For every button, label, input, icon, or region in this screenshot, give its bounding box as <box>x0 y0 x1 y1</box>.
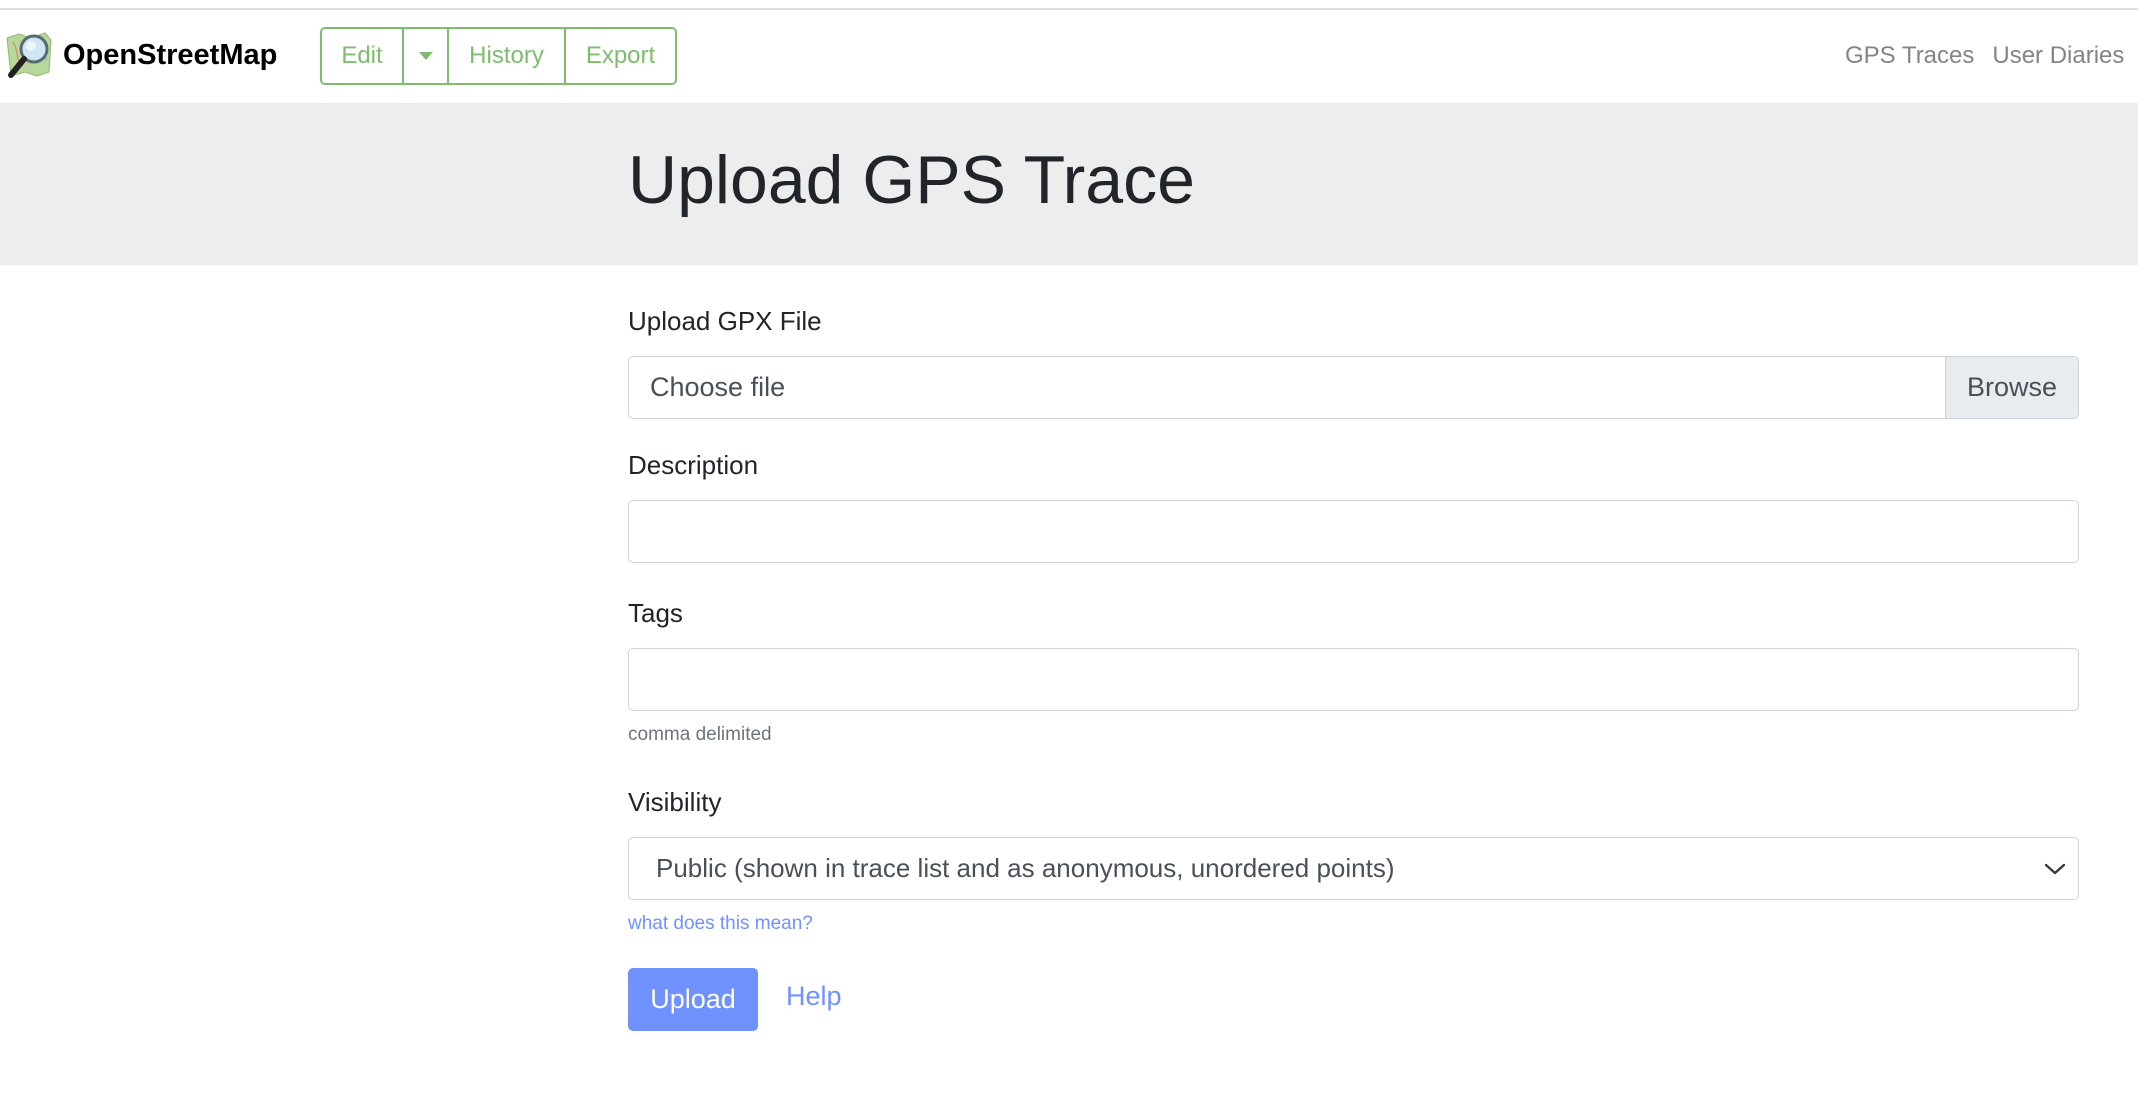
home-logo-link[interactable]: OpenStreetMap <box>5 30 277 80</box>
tags-input[interactable] <box>629 649 2078 710</box>
visibility-label: Visibility <box>628 787 722 817</box>
visibility-select[interactable]: Public (shown in trace list and as anony… <box>628 837 2079 900</box>
history-button[interactable]: History <box>449 29 566 83</box>
file-placeholder[interactable]: Choose file <box>629 357 1945 418</box>
page-header-band: Upload GPS Trace <box>0 103 2138 265</box>
edit-dropdown-button[interactable] <box>404 29 449 83</box>
chevron-down-icon <box>2044 863 2066 874</box>
edit-history-export-group: Edit History Export <box>320 27 677 85</box>
help-link[interactable]: Help <box>786 981 842 1012</box>
site-header: OpenStreetMap Edit History Export GPS Tr… <box>0 10 2138 103</box>
export-button[interactable]: Export <box>566 29 675 83</box>
tags-label: Tags <box>628 598 683 628</box>
page-title: Upload GPS Trace <box>628 142 1195 218</box>
brand-name: OpenStreetMap <box>63 38 278 71</box>
caret-down-icon <box>418 52 433 60</box>
visibility-selected-value: Public (shown in trace list and as anony… <box>656 853 1395 883</box>
osm-logo-icon <box>6 32 52 78</box>
edit-button[interactable]: Edit <box>322 29 404 83</box>
nav-user-diaries[interactable]: User Diaries <box>1992 42 2124 70</box>
tags-field-wrapper <box>628 648 2079 711</box>
visibility-help-link[interactable]: what does this mean? <box>628 913 813 935</box>
file-label: Upload GPX File <box>628 306 822 336</box>
gpx-file-input[interactable]: Choose file Browse <box>628 356 2079 419</box>
upload-button[interactable]: Upload <box>628 968 758 1031</box>
description-input[interactable] <box>629 501 2078 562</box>
nav-gps-traces[interactable]: GPS Traces <box>1845 42 1974 70</box>
secondary-nav: GPS Traces User Diaries <box>1845 42 2124 70</box>
description-label: Description <box>628 450 759 480</box>
tags-help-text: comma delimited <box>628 724 772 745</box>
description-field-wrapper <box>628 500 2079 563</box>
browse-button[interactable]: Browse <box>1945 357 2078 418</box>
